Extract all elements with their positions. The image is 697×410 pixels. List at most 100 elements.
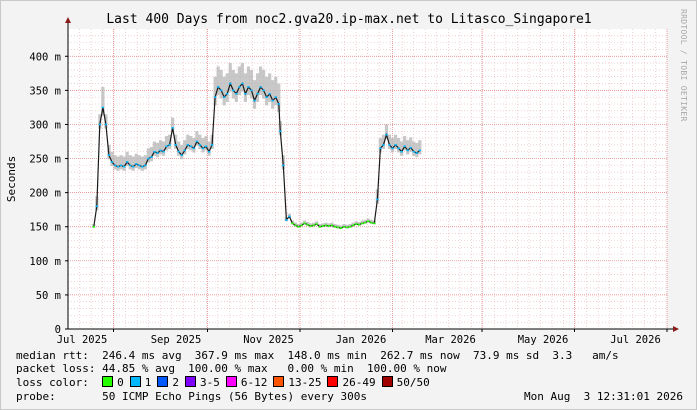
- loss-color-item: 26-49: [327, 376, 376, 389]
- median-point: [101, 106, 105, 109]
- median-point: [306, 223, 309, 226]
- loss-color-swatch: [381, 376, 393, 387]
- median-point: [116, 165, 120, 168]
- median-point: [271, 99, 274, 102]
- loss-color-item: 6-12: [225, 376, 267, 389]
- median-point: [300, 224, 303, 227]
- loss-color-item-label: 13-25: [288, 376, 322, 389]
- median-point: [244, 92, 247, 95]
- median-point: [282, 164, 285, 167]
- smoke-bar: [128, 155, 132, 170]
- median-point: [232, 89, 235, 92]
- loss-color-item: 3-5: [184, 376, 220, 389]
- y-tick-label: 150 m: [29, 222, 61, 234]
- median-point: [415, 152, 418, 154]
- smoke-bar: [231, 69, 235, 99]
- median-point: [216, 86, 220, 88]
- smoke-bar: [222, 76, 226, 106]
- smoke-bar: [131, 156, 135, 171]
- median-point: [351, 224, 355, 227]
- median-point: [312, 224, 315, 227]
- rrdtool-credit: RRDTOOL / TOBI OETIKER: [679, 9, 688, 122]
- median-point: [226, 92, 229, 95]
- smoke-bar: [243, 73, 248, 102]
- smoke-bar: [116, 156, 120, 171]
- smokeping-graph: 0 50 m 100 m 150 m 200 m 250 m 300 m 350 m 400 m…: [0, 0, 697, 410]
- median-point: [113, 164, 117, 167]
- x-tick-label: Jul 2026: [610, 334, 661, 346]
- median-point: [210, 144, 214, 146]
- median-point: [345, 226, 349, 229]
- loss-color-item: 50/50: [381, 376, 430, 389]
- smoke-bar: [113, 155, 117, 170]
- smoke-bar: [189, 136, 193, 151]
- smoke-bar: [418, 140, 422, 155]
- x-axis-arrow: [673, 326, 679, 332]
- smoke-bar: [234, 73, 238, 102]
- median-point: [265, 96, 268, 98]
- y-tick-label: 350 m: [29, 85, 61, 97]
- smoke-bar: [137, 155, 141, 170]
- median-point: [318, 225, 321, 228]
- median-point: [339, 227, 343, 229]
- median-point: [360, 222, 364, 225]
- median-point: [235, 92, 238, 95]
- smoke-bar: [225, 73, 229, 102]
- loss-color-item-label: 3-5: [199, 376, 220, 389]
- smoke-bar: [122, 156, 126, 171]
- smoke-bar: [155, 142, 160, 158]
- median-point: [285, 219, 288, 221]
- median-point: [141, 165, 144, 168]
- median-point: [327, 225, 331, 227]
- median-point: [388, 144, 391, 146]
- probe-info: probe: 50 ICMP Echo Pings (56 Bytes) eve…: [16, 390, 367, 403]
- median-point: [297, 225, 300, 228]
- median-point: [189, 145, 193, 148]
- probe-text: 50 ICMP Echo Pings (56 Bytes) every 300s: [102, 390, 368, 403]
- y-tick-label: 200 m: [29, 188, 61, 200]
- loss-color-item-label: 0: [117, 376, 124, 389]
- smoke-bar: [265, 76, 269, 106]
- x-tick-label: Nov 2025: [243, 334, 294, 346]
- x-tick-label: May 2026: [518, 334, 569, 346]
- median-point: [104, 123, 108, 126]
- x-tick-label: Mar 2026: [425, 334, 476, 346]
- median-point: [400, 150, 403, 153]
- median-point: [122, 165, 126, 168]
- y-tick-label: 300 m: [29, 119, 61, 131]
- loss-color-swatch: [225, 376, 237, 387]
- median-point: [147, 157, 150, 160]
- median-point: [150, 156, 153, 158]
- median-point: [385, 133, 388, 136]
- loss-color-item: 2: [157, 376, 179, 389]
- median-point: [144, 164, 147, 167]
- smoke-bar: [134, 153, 138, 169]
- median-point: [418, 149, 422, 152]
- median-point: [229, 82, 232, 85]
- median-point: [373, 222, 376, 225]
- smoke-bar: [140, 156, 144, 171]
- median-point: [195, 140, 199, 143]
- median-point: [250, 89, 253, 92]
- smoke-bar: [158, 140, 163, 155]
- y-tick-label: 250 m: [29, 154, 61, 166]
- median-point: [379, 147, 382, 150]
- median-point: [180, 154, 183, 156]
- median-point: [277, 103, 280, 105]
- loss-color-item-label: 50/50: [396, 376, 430, 389]
- smoke-bar: [390, 138, 395, 153]
- median-point: [357, 223, 361, 226]
- median-point: [110, 161, 114, 163]
- loss-color-item: 1: [129, 376, 151, 389]
- median-point: [186, 144, 189, 146]
- median-point: [107, 154, 111, 156]
- loss-color-swatch: [184, 376, 196, 387]
- loss-color-swatch: [327, 376, 339, 387]
- median-point: [403, 145, 406, 148]
- median-point: [409, 146, 412, 149]
- median-point: [253, 99, 256, 102]
- median-point: [412, 150, 415, 153]
- median-point: [92, 225, 95, 228]
- median-point: [342, 225, 346, 228]
- median-point: [247, 86, 250, 88]
